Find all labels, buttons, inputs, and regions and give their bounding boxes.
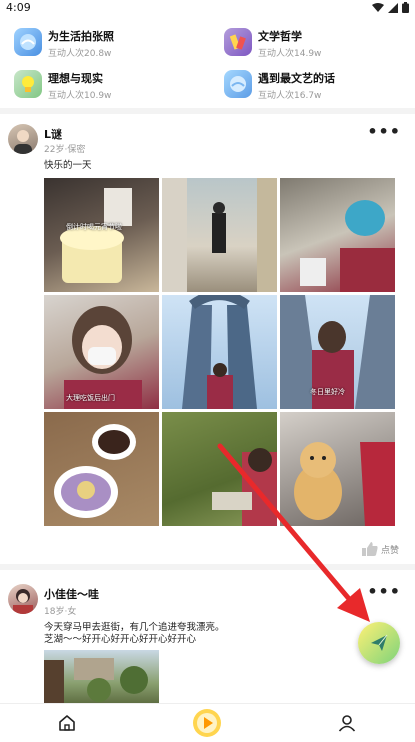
thumbs-up-icon (361, 542, 378, 556)
post-photo[interactable] (280, 178, 395, 292)
post-text-line: 今天穿马甲去逛街，有几个追进夸我漂亮。 (44, 622, 225, 633)
like-label: 点赞 (380, 545, 399, 556)
quote-topic-icon (224, 70, 252, 98)
compose-post-button[interactable] (358, 622, 400, 664)
user-icon (338, 715, 356, 732)
more-options-button[interactable]: ••• (367, 582, 401, 601)
post-username[interactable]: 小佳佳～哇 (44, 586, 99, 602)
post-user-meta: 18岁·女 (44, 607, 77, 617)
bulb-topic-icon (14, 70, 42, 98)
topic-list: 为生活拍张照 互动人次20.8w 文学哲学 互动人次14.9w 理想与现实 互动… (0, 18, 415, 106)
topic-name: 理想与现实 (48, 72, 103, 85)
post-text: 快乐的一天 (44, 160, 92, 171)
camera-topic-icon (14, 28, 42, 56)
books-topic-icon (224, 28, 252, 56)
avatar[interactable] (8, 124, 38, 154)
wifi-icon (372, 2, 384, 12)
post-photo[interactable]: 倒计时喝元宵节啦 (44, 178, 159, 292)
post-photo[interactable] (162, 178, 277, 292)
topic-count: 互动人次20.8w (48, 49, 112, 59)
nav-profile[interactable] (332, 708, 362, 738)
status-time: 4:09 (6, 1, 31, 14)
post-photo[interactable] (44, 650, 159, 705)
post-card: L谜 22岁·保密 ••• 快乐的一天 倒计时喝元宵节啦 大理吃饭后出门 冬日里… (0, 114, 415, 564)
topic-count: 互动人次16.7w (258, 91, 322, 101)
topic-name: 为生活拍张照 (48, 30, 114, 43)
bottom-nav (0, 703, 415, 742)
post-photo[interactable] (280, 412, 395, 526)
home-icon (59, 715, 75, 731)
signal-icon (388, 2, 398, 13)
post-username[interactable]: L谜 (44, 126, 62, 142)
photo-caption: 大理吃饭后出门 (66, 394, 115, 402)
post-photo[interactable] (44, 412, 159, 526)
photo-caption: 倒计时喝元宵节啦 (66, 223, 122, 231)
status-icons (372, 2, 409, 13)
more-options-button[interactable]: ••• (367, 122, 401, 141)
post-photo[interactable]: 大理吃饭后出门 (44, 295, 159, 409)
topic-item[interactable]: 文学哲学 互动人次14.9w (224, 24, 414, 64)
post-photo[interactable] (162, 295, 277, 409)
nav-home[interactable] (52, 708, 82, 738)
topic-count: 互动人次10.9w (48, 91, 112, 101)
status-bar: 4:09 (0, 0, 415, 16)
topic-item[interactable]: 遇到最文艺的话 互动人次16.7w (224, 66, 414, 106)
post-user-meta: 22岁·保密 (44, 145, 86, 155)
play-icon (193, 709, 221, 737)
paper-plane-icon (371, 634, 388, 651)
nav-play[interactable] (192, 708, 222, 738)
post-photo[interactable]: 冬日里好冷 (280, 295, 395, 409)
photo-caption: 冬日里好冷 (310, 388, 345, 396)
post-photo[interactable] (162, 412, 277, 526)
topic-item[interactable]: 为生活拍张照 互动人次20.8w (14, 24, 204, 64)
battery-icon (402, 2, 409, 13)
post-card: 小佳佳～哇 18岁·女 ••• 今天穿马甲去逛街，有几个追进夸我漂亮。 芝湖〜〜… (0, 570, 415, 705)
topic-name: 遇到最文艺的话 (258, 72, 335, 85)
post-text-line: 芝湖〜〜好开心好开心好开心好开心 (44, 634, 197, 645)
topic-name: 文学哲学 (258, 30, 302, 43)
topic-count: 互动人次14.9w (258, 49, 322, 59)
avatar[interactable] (8, 584, 38, 614)
photo-grid: 倒计时喝元宵节啦 大理吃饭后出门 冬日里好冷 (44, 178, 395, 526)
topic-item[interactable]: 理想与现实 互动人次10.9w (14, 66, 204, 106)
like-button[interactable]: 点赞 (361, 542, 399, 556)
